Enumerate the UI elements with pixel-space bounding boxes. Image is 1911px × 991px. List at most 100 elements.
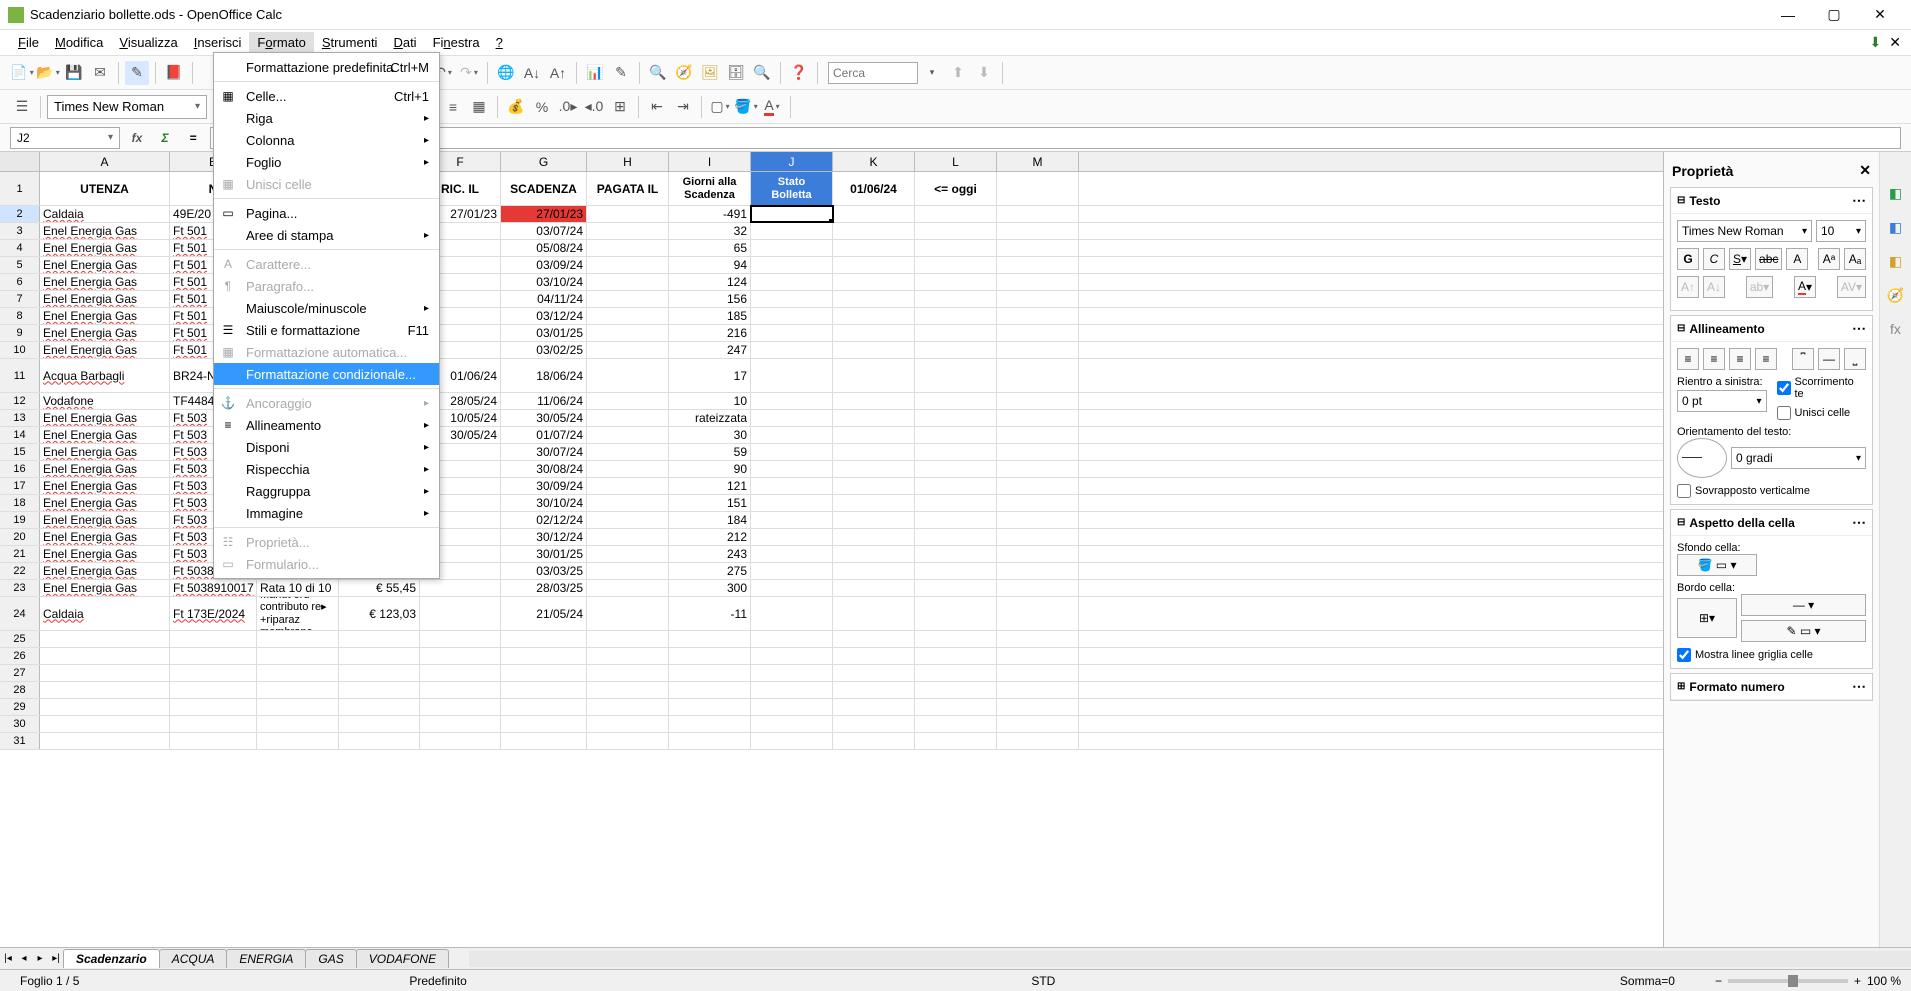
- cell[interactable]: 03/02/25: [501, 342, 587, 358]
- cell[interactable]: 30/05/24: [501, 410, 587, 426]
- sheet-tab[interactable]: Scadenzario: [63, 949, 160, 968]
- menu-item[interactable]: Maiuscole/minuscole▸: [214, 297, 439, 319]
- bordo-style-button[interactable]: — ▾: [1741, 594, 1866, 616]
- cell[interactable]: [997, 325, 1079, 341]
- cell[interactable]: Ft 173E/2024: [170, 597, 257, 630]
- cell[interactable]: 185: [669, 308, 751, 324]
- cell[interactable]: [40, 699, 170, 715]
- cell[interactable]: 151: [669, 495, 751, 511]
- section-formato-more-icon[interactable]: ⋯: [1852, 678, 1866, 695]
- cell[interactable]: Enel Energia Gas: [40, 274, 170, 290]
- cell[interactable]: [833, 240, 915, 256]
- cell[interactable]: [915, 274, 997, 290]
- cell[interactable]: [501, 648, 587, 664]
- row-header[interactable]: 18: [0, 495, 40, 511]
- row-header[interactable]: 30: [0, 716, 40, 732]
- cell[interactable]: [833, 546, 915, 562]
- cell[interactable]: [40, 665, 170, 681]
- cell[interactable]: [420, 716, 501, 732]
- cell[interactable]: [997, 342, 1079, 358]
- cell[interactable]: Enel Energia Gas: [40, 546, 170, 562]
- row-header[interactable]: 27: [0, 665, 40, 681]
- cell[interactable]: [587, 512, 669, 528]
- cell[interactable]: [587, 410, 669, 426]
- add-decimal-button[interactable]: .0▸: [556, 95, 580, 119]
- cell[interactable]: Enel Energia Gas: [40, 291, 170, 307]
- show-draw-button[interactable]: ✎: [609, 61, 633, 85]
- cell[interactable]: [833, 631, 915, 647]
- sheet-tab[interactable]: ENERGIA: [226, 949, 306, 968]
- zoom-in-button[interactable]: +: [1854, 974, 1861, 988]
- download-icon[interactable]: ⬇: [1870, 34, 1882, 51]
- cell[interactable]: [339, 665, 420, 681]
- cell[interactable]: [833, 325, 915, 341]
- align-left-button[interactable]: ≡: [1677, 348, 1699, 370]
- cell[interactable]: [587, 240, 669, 256]
- cell[interactable]: [751, 597, 833, 630]
- valign-mid-button[interactable]: —: [1818, 348, 1840, 370]
- cell[interactable]: Enel Energia Gas: [40, 240, 170, 256]
- cell[interactable]: 03/01/25: [501, 325, 587, 341]
- cell[interactable]: [751, 546, 833, 562]
- cell[interactable]: [751, 410, 833, 426]
- cell[interactable]: 03/03/25: [501, 563, 587, 579]
- cell[interactable]: [587, 733, 669, 749]
- sheet-tab[interactable]: VODAFONE: [356, 949, 449, 968]
- cell[interactable]: [915, 716, 997, 732]
- zoom-level[interactable]: 100 %: [1867, 974, 1901, 988]
- cell[interactable]: [501, 699, 587, 715]
- cell[interactable]: [915, 478, 997, 494]
- menu-item[interactable]: ☰Stili e formattazioneF11: [214, 319, 439, 341]
- menu-item[interactable]: Aree di stampa▸: [214, 224, 439, 246]
- cell[interactable]: Manut ord + contributo re▸ +riparaz memb…: [257, 597, 339, 630]
- row-header[interactable]: 28: [0, 682, 40, 698]
- cell[interactable]: [501, 733, 587, 749]
- cell[interactable]: 03/07/24: [501, 223, 587, 239]
- fontcolor-sidebar-button[interactable]: A▾: [1794, 276, 1816, 298]
- cell[interactable]: [587, 546, 669, 562]
- menu-item[interactable]: ≡Allineamento▸: [214, 414, 439, 436]
- row-header[interactable]: 20: [0, 529, 40, 545]
- menu-visualizza[interactable]: Visualizza: [111, 32, 185, 53]
- cell[interactable]: [339, 648, 420, 664]
- italic-button[interactable]: C: [1703, 248, 1725, 270]
- cell[interactable]: [997, 206, 1079, 222]
- cell[interactable]: [833, 291, 915, 307]
- cell[interactable]: [997, 563, 1079, 579]
- merge-cells-button[interactable]: ▦: [467, 95, 491, 119]
- rientro-input[interactable]: 0 pt: [1677, 390, 1767, 412]
- cell[interactable]: [833, 563, 915, 579]
- cell[interactable]: [915, 665, 997, 681]
- cell[interactable]: [420, 699, 501, 715]
- cell[interactable]: [833, 597, 915, 630]
- cell[interactable]: [997, 308, 1079, 324]
- cell[interactable]: [587, 682, 669, 698]
- tab-next-button[interactable]: ▸: [32, 949, 48, 969]
- cell[interactable]: [339, 631, 420, 647]
- cell[interactable]: [420, 597, 501, 630]
- cell[interactable]: [915, 546, 997, 562]
- superscript-button[interactable]: Aᵃ: [1818, 248, 1840, 270]
- sb-tab-styles-icon[interactable]: ◧: [1885, 216, 1907, 238]
- cell[interactable]: Enel Energia Gas: [40, 308, 170, 324]
- new-button[interactable]: 📄: [10, 61, 34, 85]
- cell[interactable]: Enel Energia Gas: [40, 410, 170, 426]
- cell[interactable]: [915, 206, 997, 222]
- sb-tab-functions-icon[interactable]: fx: [1885, 318, 1907, 340]
- cell[interactable]: [915, 410, 997, 426]
- cell[interactable]: [669, 699, 751, 715]
- cell[interactable]: [997, 546, 1079, 562]
- cell[interactable]: [587, 427, 669, 443]
- menu-item[interactable]: Colonna▸: [214, 129, 439, 151]
- cell[interactable]: 90: [669, 461, 751, 477]
- rotation-combo[interactable]: 0 gradi: [1731, 447, 1866, 469]
- menu-formato[interactable]: Formato: [249, 32, 313, 53]
- cell[interactable]: [915, 342, 997, 358]
- cell[interactable]: [833, 308, 915, 324]
- maximize-button[interactable]: ▢: [1811, 0, 1857, 30]
- cell[interactable]: [339, 733, 420, 749]
- cell[interactable]: [751, 529, 833, 545]
- cell[interactable]: 11/06/24: [501, 393, 587, 409]
- row-header[interactable]: 10: [0, 342, 40, 358]
- horizontal-scrollbar[interactable]: [469, 951, 1911, 967]
